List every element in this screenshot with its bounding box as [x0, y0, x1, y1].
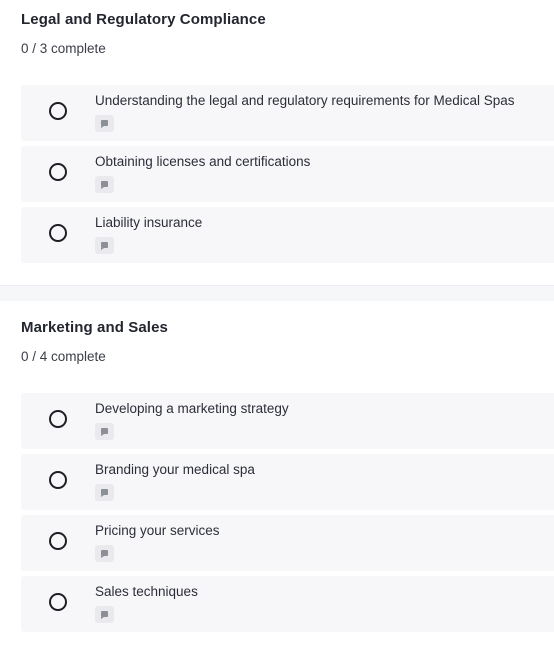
- lesson-title[interactable]: Obtaining licenses and certifications: [95, 154, 310, 169]
- completion-circle-icon[interactable]: [49, 410, 67, 428]
- lesson-item[interactable]: Obtaining licenses and certifications: [21, 146, 554, 202]
- lesson-item[interactable]: Sales techniques: [21, 576, 554, 632]
- completion-circle-icon[interactable]: [49, 593, 67, 611]
- completion-circle-icon[interactable]: [49, 224, 67, 242]
- section-progress: 0 / 3 complete: [21, 41, 106, 56]
- lesson-item[interactable]: Branding your medical spa: [21, 454, 554, 510]
- lesson-item[interactable]: Developing a marketing strategy: [21, 393, 554, 449]
- section-legal-compliance: Legal and Regulatory Compliance 0 / 3 co…: [0, 0, 554, 285]
- section-marketing-sales: Marketing and Sales 0 / 4 complete Devel…: [0, 301, 554, 646]
- section-title: Marketing and Sales: [21, 319, 168, 336]
- text-lesson-icon: [95, 545, 114, 562]
- text-lesson-icon: [95, 606, 114, 623]
- completion-circle-icon[interactable]: [49, 102, 67, 120]
- lesson-title[interactable]: Understanding the legal and regulatory r…: [95, 93, 515, 108]
- section-divider: [0, 285, 554, 301]
- completion-circle-icon[interactable]: [49, 532, 67, 550]
- lesson-item[interactable]: Understanding the legal and regulatory r…: [21, 85, 554, 141]
- completion-circle-icon[interactable]: [49, 163, 67, 181]
- lesson-item[interactable]: Liability insurance: [21, 207, 554, 263]
- text-lesson-icon: [95, 115, 114, 132]
- lesson-title[interactable]: Branding your medical spa: [95, 462, 255, 477]
- text-lesson-icon: [95, 484, 114, 501]
- lesson-title[interactable]: Developing a marketing strategy: [95, 401, 289, 416]
- section-title: Legal and Regulatory Compliance: [21, 11, 266, 28]
- text-lesson-icon: [95, 176, 114, 193]
- section-progress: 0 / 4 complete: [21, 349, 106, 364]
- text-lesson-icon: [95, 423, 114, 440]
- lesson-title[interactable]: Liability insurance: [95, 215, 202, 230]
- lesson-title[interactable]: Pricing your services: [95, 523, 220, 538]
- text-lesson-icon: [95, 237, 114, 254]
- lesson-item[interactable]: Pricing your services: [21, 515, 554, 571]
- lesson-title[interactable]: Sales techniques: [95, 584, 198, 599]
- completion-circle-icon[interactable]: [49, 471, 67, 489]
